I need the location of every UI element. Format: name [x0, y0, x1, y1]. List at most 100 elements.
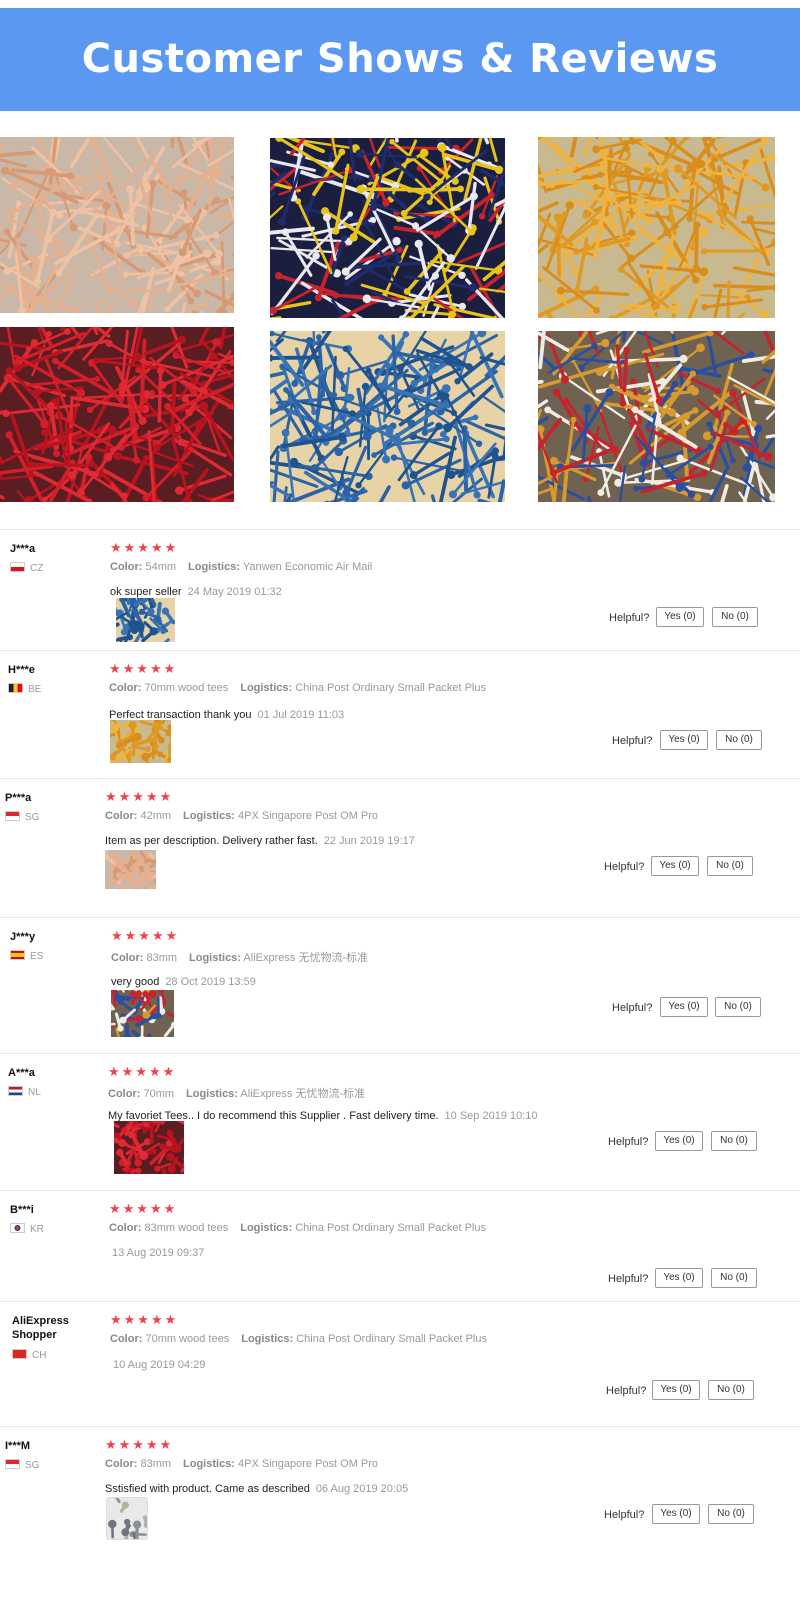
helpful-label: Helpful? — [612, 735, 653, 747]
review-content: Sstisfied with product. Came as describe… — [105, 1483, 310, 1495]
review-photo-thumbnail[interactable] — [116, 598, 175, 642]
helpful-label: Helpful? — [612, 1002, 653, 1014]
logistics-value: AliExpress 无忧物流-标准 — [240, 1088, 366, 1100]
country-code: SG — [25, 812, 40, 823]
logistics-label: Logistics: — [240, 1222, 293, 1234]
logistics-label: Logistics: — [183, 1458, 235, 1470]
helpful-no-button[interactable]: No (0) — [716, 730, 762, 750]
peach-tees-photo-art — [0, 137, 234, 313]
helpful-no-button[interactable]: No (0) — [711, 1268, 757, 1288]
review-content: ok super seller — [110, 586, 182, 598]
star-rating: ★★★★★ — [109, 1202, 178, 1217]
helpful-no-button[interactable]: No (0) — [708, 1380, 754, 1400]
review-photo-thumbnail[interactable] — [110, 720, 171, 763]
reviewer-country: SG — [5, 811, 39, 823]
review-date: 24 May 2019 01:32 — [187, 586, 282, 598]
helpful-no-button[interactable]: No (0) — [715, 997, 761, 1017]
helpful-yes-button[interactable]: Yes (0) — [655, 1268, 703, 1288]
mixed-tees-photo-art — [538, 331, 775, 502]
logistics-value: 4PX Singapore Post OM Pro — [238, 1458, 379, 1470]
peach-tees-photo[interactable] — [0, 137, 234, 313]
helpful-label: Helpful? — [604, 1509, 645, 1521]
reviewer-name: AliExpress Shopper — [12, 1315, 69, 1341]
helpful-no-button[interactable]: No (0) — [707, 856, 753, 876]
review-photo-thumbnail[interactable] — [105, 850, 156, 889]
review-text: 13 Aug 2019 09:37 — [109, 1247, 204, 1259]
country-code: CZ — [30, 563, 44, 574]
country-flag-icon — [12, 1349, 27, 1359]
logistics-value: China Post Ordinary Small Packet Plus — [295, 1222, 486, 1234]
helpful-label: Helpful? — [604, 861, 645, 873]
color-value: 70mm wood tees — [144, 682, 229, 694]
color-label: Color: — [108, 1088, 141, 1100]
color-value: 42mm — [140, 810, 172, 822]
color-label: Color: — [110, 561, 143, 573]
color-value: 83mm wood tees — [144, 1222, 229, 1234]
color-value: 83mm — [146, 952, 178, 964]
review-text: very good 28 Oct 2019 13:59 — [111, 976, 256, 988]
reviewer-country: CH — [12, 1349, 46, 1361]
orange-tees-photo[interactable] — [538, 137, 775, 318]
logistics-label: Logistics: — [188, 561, 240, 573]
orange-tees-photo-art — [538, 137, 775, 318]
country-flag-icon — [10, 562, 25, 572]
country-flag-icon — [10, 950, 25, 960]
red-tees-photo[interactable] — [0, 327, 234, 502]
logistics-label: Logistics: — [241, 1333, 294, 1345]
review-text: Item as per description. Delivery rather… — [105, 835, 415, 847]
order-info: Color: 70mm wood tees Logistics: China Po… — [109, 682, 486, 694]
reviewer-country: NL — [8, 1086, 41, 1098]
helpful-yes-button[interactable]: Yes (0) — [660, 730, 708, 750]
reviewer-name: H***e — [8, 664, 35, 676]
helpful-no-button[interactable]: No (0) — [711, 1131, 757, 1151]
helpful-yes-button[interactable]: Yes (0) — [651, 856, 699, 876]
logistics-label: Logistics: — [186, 1088, 238, 1100]
order-info: Color: 83mm Logistics: AliExpress 无忧物流-标准 — [111, 949, 368, 965]
review-photo-thumbnail[interactable] — [106, 1497, 148, 1540]
color-label: Color: — [105, 1458, 138, 1470]
color-label: Color: — [105, 810, 138, 822]
color-value: 70mm — [143, 1088, 175, 1100]
review-date: 22 Jun 2019 19:17 — [323, 835, 415, 847]
reviewer-name: I***M — [5, 1440, 31, 1452]
helpful-yes-button[interactable]: Yes (0) — [660, 997, 708, 1017]
star-rating: ★★★★★ — [105, 790, 174, 805]
color-value: 70mm wood tees — [145, 1333, 230, 1345]
review-photo-thumbnail[interactable] — [114, 1121, 184, 1174]
mixed-tees-photo[interactable] — [538, 331, 775, 502]
reviewer-country: ES — [10, 950, 43, 962]
logistics-value: 4PX Singapore Post OM Pro — [238, 810, 379, 822]
helpful-yes-button[interactable]: Yes (0) — [652, 1380, 700, 1400]
country-flag-icon — [5, 1459, 20, 1469]
logistics-value: China Post Ordinary Small Packet Plus — [296, 1333, 487, 1345]
review-photo-art — [105, 850, 156, 889]
star-rating: ★★★★★ — [109, 662, 178, 677]
country-code: NL — [28, 1087, 41, 1098]
color-value: 54mm — [145, 561, 177, 573]
review-date: 06 Aug 2019 20:05 — [315, 1483, 409, 1495]
helpful-no-button[interactable]: No (0) — [712, 607, 758, 627]
review-photo-art — [114, 1121, 184, 1174]
logistics-value: Yanwen Economic Air Mail — [242, 561, 373, 573]
reviewer-country: CZ — [10, 562, 43, 574]
review-photo-art — [111, 990, 174, 1037]
helpful-yes-button[interactable]: Yes (0) — [655, 1131, 703, 1151]
page-title: Customer Shows & Reviews — [81, 36, 719, 82]
multicolor-tees-photo[interactable] — [270, 138, 505, 318]
helpful-yes-button[interactable]: Yes (0) — [652, 1504, 700, 1524]
country-flag-icon — [10, 1223, 25, 1233]
helpful-no-button[interactable]: No (0) — [708, 1504, 754, 1524]
multicolor-tees-photo-art — [270, 138, 505, 318]
star-rating: ★★★★★ — [110, 541, 179, 556]
country-flag-icon — [8, 683, 23, 693]
review-photo-art — [116, 598, 175, 642]
red-tees-photo-art — [0, 327, 234, 502]
logistics-value: AliExpress 无忧物流-标准 — [243, 952, 369, 964]
review-photo-thumbnail[interactable] — [111, 990, 174, 1037]
helpful-yes-button[interactable]: Yes (0) — [656, 607, 704, 627]
star-rating: ★★★★★ — [105, 1438, 174, 1453]
reviewer-name: P***a — [5, 792, 32, 804]
review-content: Item as per description. Delivery rather… — [105, 835, 318, 847]
blue-tees-photo[interactable] — [270, 331, 505, 502]
review-date: 10 Sep 2019 10:10 — [444, 1110, 538, 1122]
